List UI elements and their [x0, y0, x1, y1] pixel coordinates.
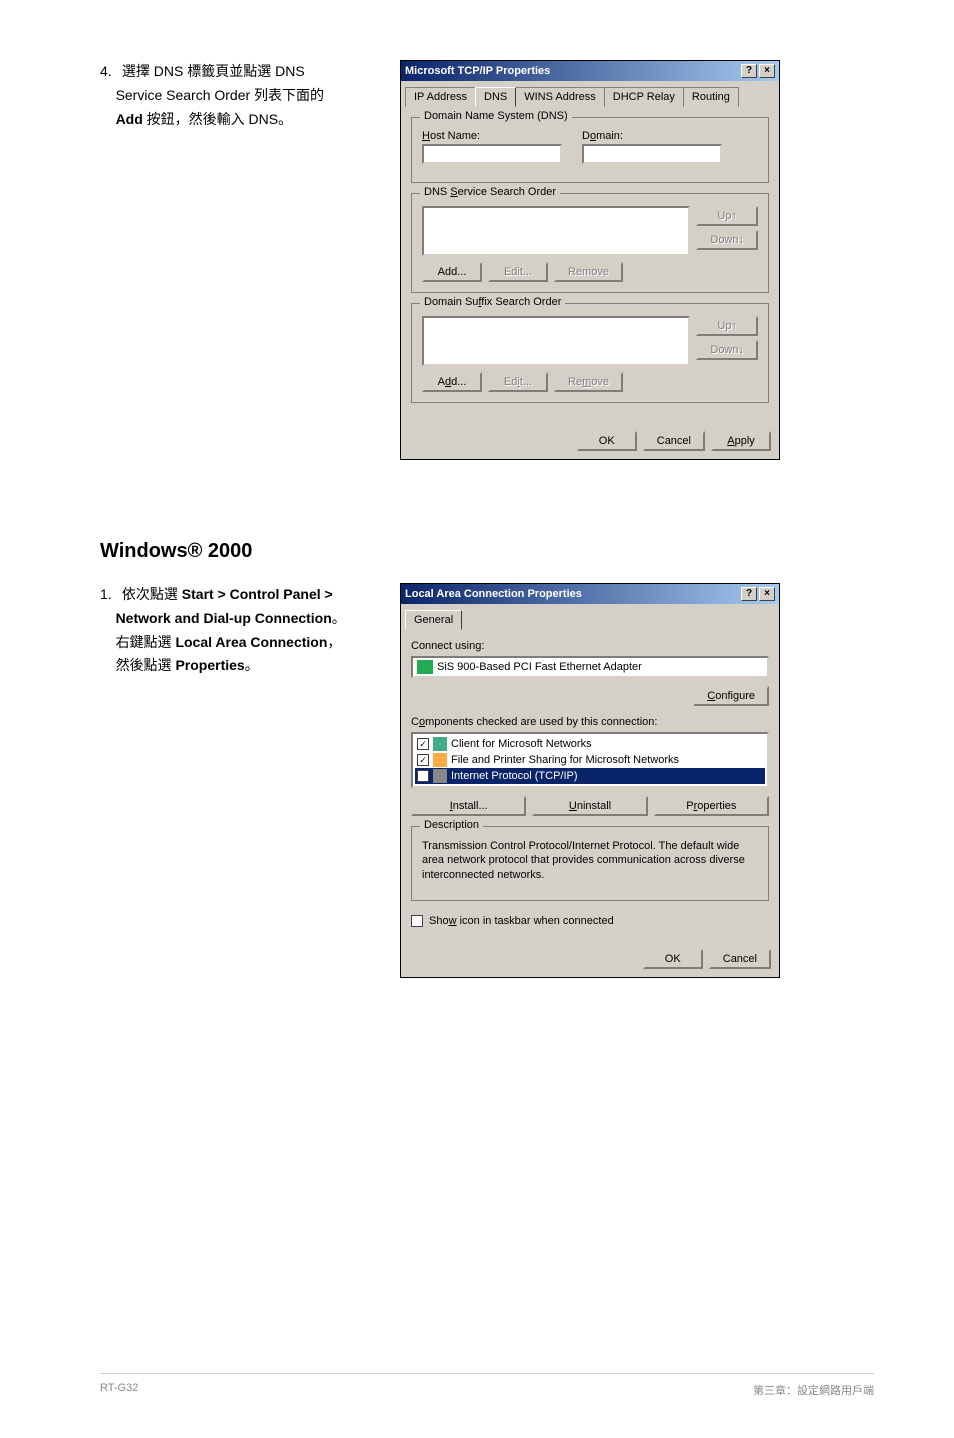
- add-button[interactable]: Add...: [422, 262, 482, 282]
- windows-2000-heading: Windows® 2000: [100, 540, 874, 563]
- step4-line3-rest: 按鈕，然後輸入 DNS。: [143, 111, 292, 127]
- install-button[interactable]: Install...: [411, 796, 526, 816]
- step1-line3b: Local Area Connection: [175, 634, 327, 650]
- proto-icon: [433, 769, 447, 783]
- step4-text: 4. 選擇 DNS 標籤頁並點選 DNS Service Search Orde…: [100, 60, 380, 460]
- checkbox-file[interactable]: ✓: [417, 754, 429, 766]
- cancel-button[interactable]: Cancel: [643, 431, 705, 451]
- comp2: File and Printer Sharing for Microsoft N…: [451, 754, 679, 766]
- tab-general[interactable]: General: [405, 610, 462, 630]
- checkbox-client[interactable]: ✓: [417, 738, 429, 750]
- show-icon-checkbox[interactable]: [411, 915, 423, 927]
- close-icon[interactable]: ×: [759, 64, 775, 78]
- step1-line4c: 。: [245, 657, 259, 673]
- footer-right: 第三章：設定網路用戶端: [753, 1382, 874, 1398]
- properties-button[interactable]: Properties: [654, 796, 769, 816]
- step1-line4b: Properties: [175, 657, 244, 673]
- client-icon: [433, 737, 447, 751]
- desc-label: Description: [420, 819, 483, 831]
- ok-button-2[interactable]: OK: [643, 949, 703, 969]
- file-icon: [433, 753, 447, 767]
- edit-button: Edit...: [488, 262, 548, 282]
- tab-dns[interactable]: DNS: [475, 87, 516, 107]
- tab-routing[interactable]: Routing: [683, 87, 739, 107]
- comp3: Internet Protocol (TCP/IP): [451, 770, 578, 782]
- help-icon-2[interactable]: ?: [741, 587, 757, 601]
- apply-button[interactable]: Apply: [711, 431, 771, 451]
- page-footer: RT-G32 第三章：設定網路用戶端: [100, 1373, 874, 1398]
- down-button: Down↓: [696, 230, 758, 250]
- step1-line1a: 依次點選: [122, 586, 182, 602]
- suffix-up-button: Up↑: [696, 316, 758, 336]
- step4-line1: 選擇 DNS 標籤頁並點選 DNS: [122, 63, 305, 79]
- close-icon-2[interactable]: ×: [759, 587, 775, 601]
- tab-wins[interactable]: WINS Address: [515, 87, 605, 107]
- domain-label: Domain:: [582, 130, 722, 142]
- suffix-add-button[interactable]: Add...: [422, 372, 482, 392]
- suffix-remove-button: Remove: [554, 372, 623, 392]
- step1-num: 1.: [100, 583, 118, 607]
- help-icon[interactable]: ?: [741, 64, 757, 78]
- nic-icon: [417, 660, 433, 674]
- components-list[interactable]: ✓ Client for Microsoft Networks ✓ File a…: [411, 732, 769, 788]
- dns-search-title: DNS Service Search Order: [420, 186, 560, 198]
- dns-search-list[interactable]: [422, 206, 690, 256]
- step4-line2: Service Search Order 列表下面的: [116, 87, 325, 103]
- step1-line2b: Network and Dial-up Connection: [116, 610, 332, 626]
- host-input[interactable]: [422, 144, 562, 164]
- step1-line4a: 然後點選: [116, 657, 176, 673]
- step4-num: 4.: [100, 60, 118, 84]
- checkbox-tcpip[interactable]: ✓: [417, 770, 429, 782]
- tcpip-dialog: Microsoft TCP/IP Properties ? × IP Addre…: [400, 60, 780, 460]
- dialog2-title: Local Area Connection Properties: [405, 588, 582, 600]
- dns-group-title: Domain Name System (DNS): [420, 110, 572, 122]
- suffix-edit-button: Edit...: [488, 372, 548, 392]
- suffix-list[interactable]: [422, 316, 690, 366]
- connect-using-label: Connect using:: [411, 640, 769, 652]
- suffix-title: Domain Suffix Search Order: [420, 296, 565, 308]
- step1-line2c: 。: [332, 610, 346, 626]
- configure-button[interactable]: Configure: [693, 686, 769, 706]
- cancel-button-2[interactable]: Cancel: [709, 949, 771, 969]
- step1-line3c: ，: [327, 634, 341, 650]
- lac-dialog: Local Area Connection Properties ? × Gen…: [400, 583, 780, 978]
- comp1: Client for Microsoft Networks: [451, 738, 592, 750]
- ok-button[interactable]: OK: [577, 431, 637, 451]
- dialog1-title: Microsoft TCP/IP Properties: [405, 65, 550, 77]
- step1-line3a: 右鍵點選: [116, 634, 176, 650]
- domain-input[interactable]: [582, 144, 722, 164]
- step1-line1b: Start > Control Panel >: [182, 586, 333, 602]
- components-label: Components checked are used by this conn…: [411, 716, 769, 728]
- adapter-name: SiS 900-Based PCI Fast Ethernet Adapter: [437, 661, 642, 673]
- footer-left: RT-G32: [100, 1382, 138, 1398]
- show-icon-label: Show icon in taskbar when connected: [429, 915, 614, 927]
- suffix-down-button: Down↓: [696, 340, 758, 360]
- step1-text: 1. 依次點選 Start > Control Panel > Network …: [100, 583, 380, 978]
- dialog1-tabs: IP Address DNS WINS Address DHCP Relay R…: [401, 81, 779, 107]
- step4-add-bold: Add: [116, 111, 143, 127]
- desc-text: Transmission Control Protocol/Internet P…: [422, 835, 758, 890]
- tab-ipaddress[interactable]: IP Address: [405, 87, 476, 107]
- up-button: Up↑: [696, 206, 758, 226]
- remove-button: Remove: [554, 262, 623, 282]
- tab-dhcp[interactable]: DHCP Relay: [604, 87, 684, 107]
- host-label: Host Name:: [422, 130, 562, 142]
- adapter-field: SiS 900-Based PCI Fast Ethernet Adapter: [411, 656, 769, 678]
- uninstall-button[interactable]: Uninstall: [532, 796, 647, 816]
